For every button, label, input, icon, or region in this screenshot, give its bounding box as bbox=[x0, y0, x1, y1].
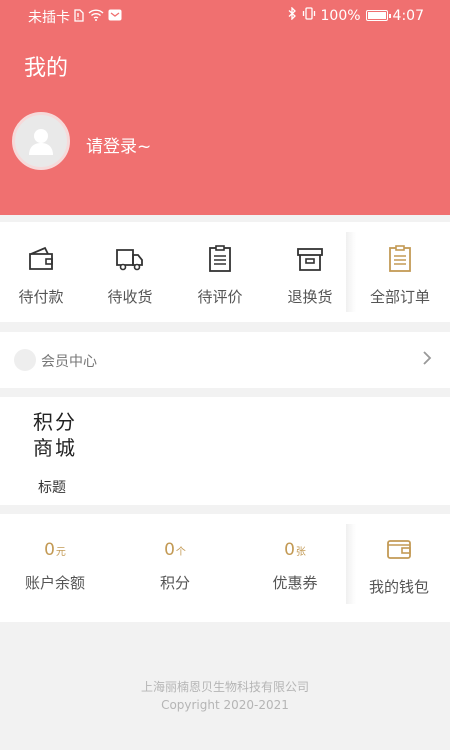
points-balance[interactable]: 0个 积分 bbox=[120, 540, 230, 593]
points-mall-logo[interactable]: 积分 商城 bbox=[30, 409, 80, 461]
account-balance-value: 0元 bbox=[44, 540, 66, 560]
wifi-icon bbox=[88, 9, 104, 25]
order-list-icon bbox=[355, 244, 445, 274]
wallet-icon bbox=[358, 536, 440, 566]
points-mall-logo-line1: 积分 bbox=[33, 410, 77, 434]
clock: 4:07 bbox=[392, 7, 424, 24]
orders-section: 待付款 待收货 待评价 退换货 全部订单 bbox=[0, 222, 450, 322]
divider bbox=[346, 524, 356, 604]
copyright: Copyright 2020-2021 bbox=[161, 698, 289, 712]
order-all-label: 全部订单 bbox=[369, 288, 430, 306]
chevron-right-icon bbox=[422, 350, 432, 370]
points-mall-title: 标题 bbox=[38, 480, 66, 496]
order-pending-receipt-label: 待收货 bbox=[107, 288, 153, 306]
profile-header: 未插卡 100% 4:07 我的 请登录~ bbox=[0, 0, 450, 215]
box-icon bbox=[265, 244, 355, 274]
coupons-value: 0张 bbox=[284, 540, 306, 560]
page-title: 我的 bbox=[24, 56, 69, 81]
vibrate-icon bbox=[302, 7, 316, 24]
points-label: 积分 bbox=[159, 574, 190, 592]
order-pending-payment-label: 待付款 bbox=[18, 288, 64, 306]
order-pending-payment[interactable]: 待付款 bbox=[0, 244, 86, 307]
footer: 上海丽楠恩贝生物科技有限公司 Copyright 2020-2021 bbox=[0, 678, 450, 714]
my-wallet-label: 我的钱包 bbox=[368, 578, 429, 596]
user-icon bbox=[29, 129, 53, 155]
member-center-row[interactable]: 会员中心 bbox=[0, 332, 450, 388]
points-mall-section: 积分 商城 标题 bbox=[0, 397, 450, 505]
coupons[interactable]: 0张 优惠券 bbox=[240, 540, 350, 593]
member-center-label: 会员中心 bbox=[41, 354, 97, 370]
wallet-icon bbox=[0, 244, 86, 274]
carrier-label: 未插卡 bbox=[28, 10, 70, 26]
order-return-exchange-label: 退换货 bbox=[287, 288, 333, 306]
company-name: 上海丽楠恩贝生物科技有限公司 bbox=[140, 680, 309, 694]
points-value: 0个 bbox=[164, 540, 186, 560]
battery-icon bbox=[365, 10, 391, 21]
order-return-exchange[interactable]: 退换货 bbox=[265, 244, 355, 307]
sim-icon bbox=[74, 8, 84, 26]
wallet-section: 0元 账户余额 0个 积分 0张 优惠券 我的钱包 bbox=[0, 514, 450, 622]
login-link[interactable]: 请登录~ bbox=[86, 132, 151, 157]
message-icon bbox=[108, 9, 122, 25]
points-mall-logo-line2: 商城 bbox=[33, 436, 77, 460]
battery-percent: 100% bbox=[320, 7, 361, 24]
account-balance-label: 账户余额 bbox=[24, 574, 85, 592]
truck-icon bbox=[85, 244, 175, 274]
my-wallet[interactable]: 我的钱包 bbox=[358, 536, 440, 597]
status-bar: 未插卡 100% 4:07 bbox=[0, 0, 450, 32]
order-pending-receipt[interactable]: 待收货 bbox=[85, 244, 175, 307]
avatar[interactable] bbox=[12, 112, 70, 170]
clipboard-icon bbox=[175, 244, 265, 274]
bluetooth-icon bbox=[288, 6, 297, 24]
order-pending-review-label: 待评价 bbox=[197, 288, 243, 306]
coupons-label: 优惠券 bbox=[272, 574, 318, 592]
member-icon bbox=[14, 349, 36, 371]
account-balance[interactable]: 0元 账户余额 bbox=[0, 540, 110, 593]
order-pending-review[interactable]: 待评价 bbox=[175, 244, 265, 307]
order-all[interactable]: 全部订单 bbox=[355, 244, 445, 307]
